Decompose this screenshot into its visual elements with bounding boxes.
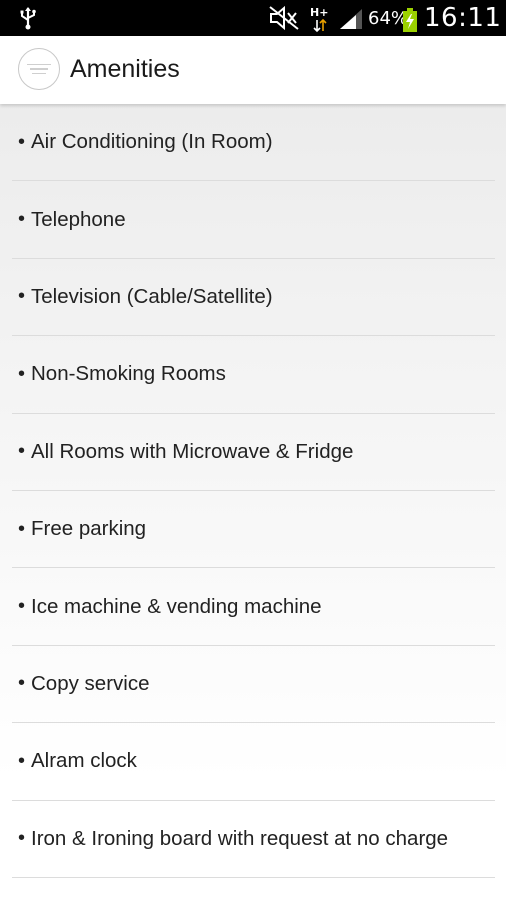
signal-icon — [338, 8, 364, 35]
amenity-label: Air Conditioning (In Room) — [31, 130, 273, 154]
list-item: • Iron & Ironing board with request at no… — [12, 801, 495, 878]
bullet: • — [18, 130, 26, 153]
list-item: • Free parking — [12, 491, 495, 569]
usb-icon — [18, 6, 38, 35]
amenity-label: Free parking — [31, 517, 147, 541]
clock: 16:11 — [424, 3, 502, 33]
bullet: • — [18, 517, 26, 540]
list-item: • Copy service — [12, 646, 495, 724]
action-bar: Amenities — [0, 36, 506, 104]
bullet: • — [18, 595, 26, 618]
list-item: • Television (Cable/Satellite) — [12, 259, 495, 337]
list-item: • Ice machine & vending machine — [12, 568, 495, 646]
list-item: • Air Conditioning (In Room) — [12, 104, 495, 182]
amenity-label: Alram clock — [31, 749, 137, 773]
list-item: • Alram clock — [12, 723, 495, 801]
amenities-list: • Air Conditioning (In Room) • Telephone •… — [0, 104, 506, 878]
bullet: • — [18, 672, 26, 695]
amenity-label: Telephone — [31, 207, 126, 231]
amenity-label: Copy service — [31, 671, 150, 695]
amenity-label: Non-Smoking Rooms — [31, 362, 226, 386]
bullet: • — [18, 749, 26, 772]
amenity-label: Ice machine & vending machine — [31, 594, 322, 618]
bullet: • — [18, 285, 26, 308]
status-bar: H+ 64% 16:11 — [0, 0, 506, 36]
bullet: • — [18, 827, 26, 850]
hotel-logo-icon[interactable] — [18, 48, 60, 90]
amenity-label: Television (Cable/Satellite) — [31, 284, 273, 308]
battery-charging-icon — [402, 7, 418, 38]
network-type-label: H+ — [310, 6, 328, 19]
muted-icon — [268, 5, 300, 36]
page-title: Amenities — [70, 55, 180, 83]
network-activity-icon: H+ — [308, 5, 336, 38]
list-item: • Non-Smoking Rooms — [12, 336, 495, 414]
list-item: • All Rooms with Microwave & Fridge — [12, 414, 495, 491]
bullet: • — [18, 362, 26, 385]
list-item: • Telephone — [12, 181, 495, 259]
amenity-label: All Rooms with Microwave & Fridge — [31, 439, 354, 463]
amenities-content: • Air Conditioning (In Room) • Telephone •… — [0, 104, 506, 900]
bullet: • — [18, 440, 26, 463]
bullet: • — [18, 208, 26, 231]
amenity-label: Iron & Ironing board with request at no … — [31, 826, 449, 850]
